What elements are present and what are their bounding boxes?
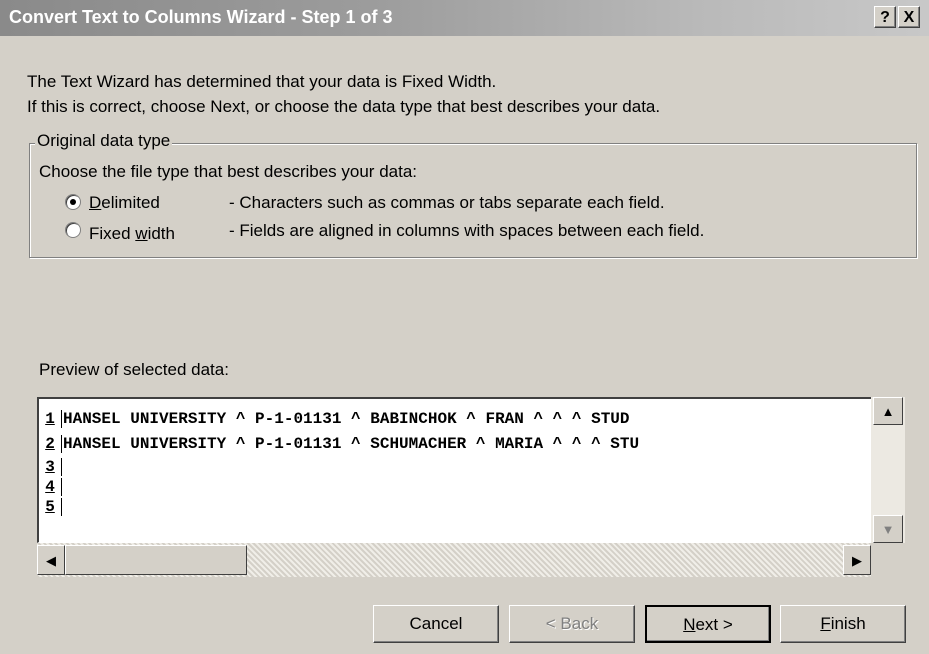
next-button[interactable]: Next > [645,605,771,643]
row-text: HANSEL UNIVERSITY ^ P-1-01131 ^ BABINCHO… [63,410,630,428]
row-number: 2 [39,435,62,453]
preview-row: 5 [39,498,874,518]
radio-delimited-indicator[interactable] [65,194,81,210]
row-text: HANSEL UNIVERSITY ^ P-1-01131 ^ SCHUMACH… [63,435,640,453]
row-number: 1 [39,410,62,428]
scroll-down-button[interactable]: ▼ [873,515,903,543]
preview-row: 4 [39,478,874,498]
finish-label-accel: F [820,614,831,633]
scroll-left-button[interactable]: ◀ [37,545,65,575]
radio-selected-dot [70,199,76,205]
fixed-width-description: - Fields are aligned in columns with spa… [229,221,705,240]
next-label: ext > [695,615,733,634]
data-preview[interactable]: 1 HANSEL UNIVERSITY ^ P-1-01131 ^ BABINCH… [37,397,905,543]
cancel-label: Cancel [409,614,463,633]
preview-row: 3 [39,458,874,478]
finish-button[interactable]: Finish [780,605,906,643]
delimited-description: - Characters such as commas or tabs sepa… [229,193,665,212]
intro-line-2: If this is correct, choose Next, or choo… [27,97,661,116]
horizontal-scrollbar[interactable]: ◀ ▶ [37,543,871,577]
group-legend: Original data type [35,131,173,151]
scroll-right-button[interactable]: ▶ [843,545,871,575]
window-title: Convert Text to Columns Wizard - Step 1 … [9,7,393,27]
preview-row: 2 HANSEL UNIVERSITY ^ P-1-01131 ^ SCHUMAC… [39,435,874,455]
finish-label: inish [830,614,866,633]
row-number: 5 [39,498,62,516]
next-label-accel: N [683,615,696,634]
scroll-thumb[interactable] [65,545,247,575]
preview-label: Preview of selected data: [39,360,229,379]
scroll-up-button[interactable]: ▲ [873,397,903,425]
intro-line-1: The Text Wizard has determined that your… [27,72,497,91]
triangle-right-icon: ▶ [852,553,862,568]
back-button[interactable]: < Back [509,605,635,643]
triangle-up-icon: ▲ [881,404,895,419]
title-bar: Convert Text to Columns Wizard - Step 1 … [0,0,929,36]
radio-fixed-width-indicator[interactable] [65,222,81,238]
help-button[interactable]: ? [874,6,896,28]
radio-delimited-label[interactable]: Delimited [89,193,160,213]
preview-row: 1 HANSEL UNIVERSITY ^ P-1-01131 ^ BABINCH… [39,410,874,430]
back-label: < Back [545,614,599,633]
triangle-down-icon: ▼ [881,522,895,537]
file-type-prompt: Choose the file type that best describes… [39,162,418,181]
triangle-left-icon: ◀ [46,553,56,568]
vertical-scrollbar[interactable]: ▲ ▼ [871,397,905,543]
close-button[interactable]: X [898,6,920,28]
row-number: 4 [39,478,62,496]
cancel-button[interactable]: Cancel [373,605,499,643]
radio-fixed-width-label[interactable]: Fixed width [89,224,175,244]
row-number: 3 [39,458,62,476]
